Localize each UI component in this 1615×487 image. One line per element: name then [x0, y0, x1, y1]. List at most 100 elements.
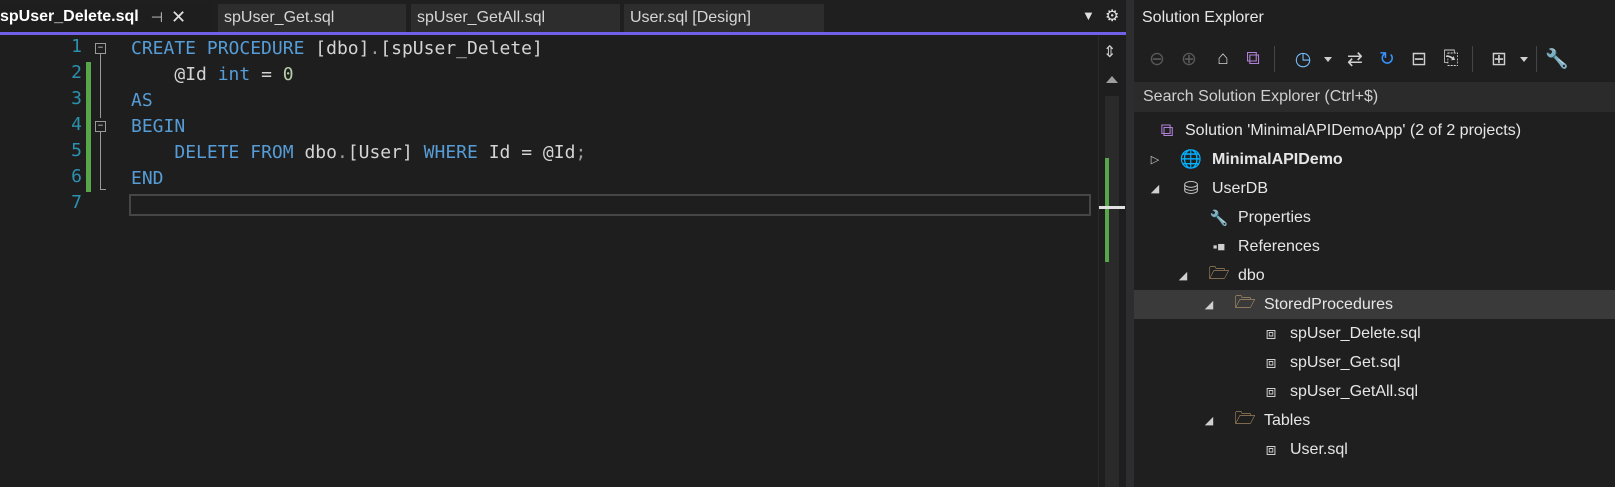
code-editor[interactable]: 1 2 3 4 5 6 7 − − CREATE PROCEDURE [dbo]… — [0, 36, 1098, 487]
keyword: DELETE — [174, 142, 240, 163]
keyword: AS — [131, 90, 153, 111]
line-number: 7 — [71, 192, 82, 213]
expand-arrow-icon[interactable]: ▷ — [1148, 153, 1162, 166]
tab-spuser-delete[interactable]: spUser_Delete.sql ⊣ ✕ — [0, 2, 212, 32]
forward-icon[interactable]: ⊕ — [1176, 46, 1202, 72]
line-number: 3 — [71, 88, 82, 109]
tree-item-minimalapidemo[interactable]: ▷ 🌐 MinimalAPIDemo — [1134, 145, 1615, 174]
sql-file-icon: ⧈ — [1265, 381, 1277, 401]
tree-item-label: References — [1238, 237, 1320, 255]
solution-explorer: Solution Explorer ⊖ ⊕ ⌂ ⧉ ◷ ⇄ ↻ ⊟ ⎘ ⊞ 🔧 … — [1134, 0, 1615, 487]
solution-icon: ⧉ — [1160, 120, 1174, 140]
tree-item-spuser-delete[interactable]: ⧈ spUser_Delete.sql — [1134, 319, 1615, 348]
operator: = — [521, 142, 533, 163]
tree-item-storedprocedures[interactable]: ◢ 🗁 StoredProcedures — [1134, 290, 1615, 319]
chevron-down-icon[interactable]: ▼ — [1082, 8, 1095, 23]
tree-item-spuser-getall[interactable]: ⧈ spUser_GetAll.sql — [1134, 377, 1615, 406]
search-input[interactable] — [1134, 82, 1615, 112]
tree-item-userdb[interactable]: ◢ ⛁ UserDB — [1134, 174, 1615, 203]
gear-icon[interactable]: ⚙ — [1105, 6, 1119, 26]
show-all-files-icon[interactable]: ⎘ — [1438, 46, 1464, 72]
collapse-icon[interactable]: − — [95, 121, 106, 132]
toolbar-separator — [1536, 46, 1537, 72]
tree-item-references[interactable]: ▪■ References — [1134, 232, 1615, 261]
keyword: END — [131, 168, 164, 189]
tree-item-label: spUser_Delete.sql — [1290, 324, 1421, 342]
keyword: FROM — [250, 142, 294, 163]
wrench-icon[interactable]: 🔧 — [1544, 46, 1570, 72]
tab-user-design[interactable]: User.sql [Design] — [624, 4, 824, 32]
tree-item-label: StoredProcedures — [1264, 295, 1393, 313]
collapse-arrow-icon[interactable]: ◢ — [1148, 182, 1162, 195]
identifier: @Id — [542, 142, 576, 163]
pane-splitter[interactable] — [1126, 0, 1134, 487]
fold-guide — [100, 132, 101, 190]
identifier: [spUser_Delete] — [380, 38, 543, 59]
tab-spuser-getall[interactable]: spUser_GetAll.sql — [411, 4, 620, 32]
identifier: @Id — [174, 64, 207, 85]
collapse-arrow-icon[interactable]: ◢ — [1202, 414, 1216, 427]
sync-icon[interactable]: ⇄ — [1342, 46, 1368, 72]
change-marker — [1105, 158, 1109, 262]
editor-pane: spUser_Delete.sql ⊣ ✕ spUser_Get.sql spU… — [0, 0, 1126, 487]
properties-tree-icon[interactable]: ⊞ — [1486, 46, 1512, 72]
tree-item-spuser-get[interactable]: ⧈ spUser_Get.sql — [1134, 348, 1615, 377]
keyword: CREATE — [131, 38, 197, 59]
tree-item-label: Solution 'MinimalAPIDemoApp' (2 of 2 pro… — [1185, 121, 1522, 139]
keyword: WHERE — [423, 142, 478, 163]
web-project-icon: 🌐 — [1179, 149, 1203, 169]
punctuation: . — [336, 142, 348, 163]
back-icon[interactable]: ⊖ — [1144, 46, 1170, 72]
close-icon[interactable]: ✕ — [171, 7, 186, 28]
collapse-arrow-icon[interactable]: ◢ — [1202, 298, 1216, 311]
switch-views-icon[interactable]: ⧉ — [1240, 46, 1266, 72]
tree-item-user-sql[interactable]: ⧈ User.sql — [1134, 435, 1615, 464]
line-number: 6 — [71, 166, 82, 187]
tree-item-label: spUser_Get.sql — [1290, 353, 1401, 371]
code-line-5: DELETE FROM dbo.[User] WHERE Id = @Id; — [131, 140, 586, 166]
tree-item-properties[interactable]: 🔧 Properties — [1134, 203, 1615, 232]
pending-changes-filter-icon[interactable]: ◷ — [1290, 46, 1316, 72]
tree-item-label: spUser_GetAll.sql — [1290, 382, 1419, 400]
scroll-up-icon[interactable] — [1106, 76, 1118, 83]
tab-spuser-get[interactable]: spUser_Get.sql — [218, 4, 406, 32]
folder-open-icon: 🗁 — [1234, 293, 1256, 312]
chevron-down-icon[interactable] — [1520, 57, 1528, 62]
tab-label: spUser_Delete.sql — [0, 8, 139, 25]
line-number: 4 — [71, 114, 82, 135]
operator: = — [261, 64, 272, 85]
code-line-6: END — [131, 166, 164, 192]
fold-guide-end — [100, 189, 106, 190]
database-project-icon: ⛁ — [1183, 178, 1199, 198]
collapse-arrow-icon[interactable]: ◢ — [1176, 269, 1190, 282]
tree-item-solution[interactable]: ⧉ Solution 'MinimalAPIDemoApp' (2 of 2 p… — [1134, 116, 1615, 145]
collapse-icon[interactable]: − — [95, 43, 106, 54]
pin-icon[interactable]: ⊣ — [151, 9, 163, 26]
identifier: [dbo] — [315, 38, 370, 59]
collapse-all-icon[interactable]: ⊟ — [1406, 46, 1432, 72]
home-icon[interactable]: ⌂ — [1210, 46, 1236, 72]
sql-file-icon: ⧈ — [1265, 439, 1277, 459]
tree-item-dbo[interactable]: ◢ 🗁 dbo — [1134, 261, 1615, 290]
chevron-down-icon[interactable] — [1324, 57, 1332, 62]
line-number: 5 — [71, 140, 82, 161]
scroll-track[interactable] — [1105, 96, 1119, 487]
tab-label: User.sql [Design] — [630, 9, 751, 26]
keyword: int — [217, 64, 251, 85]
vertical-scrollbar[interactable]: ⇕ — [1098, 36, 1125, 487]
tree-item-label: MinimalAPIDemo — [1212, 150, 1343, 168]
identifier: Id — [488, 142, 511, 163]
tree-item-tables[interactable]: ◢ 🗁 Tables — [1134, 406, 1615, 435]
refresh-icon[interactable]: ↻ — [1374, 46, 1400, 72]
identifier: dbo — [304, 142, 337, 163]
search-box[interactable] — [1134, 82, 1615, 112]
caret-position-marker — [1099, 206, 1125, 209]
toolbar-separator — [1472, 46, 1473, 72]
split-editor-icon[interactable]: ⇕ — [1103, 42, 1116, 62]
sql-file-icon: ⧈ — [1265, 352, 1277, 372]
punctuation: ; — [575, 142, 587, 163]
tree-item-label: Properties — [1238, 208, 1311, 226]
number-literal: 0 — [282, 64, 294, 85]
tree-item-label: UserDB — [1212, 179, 1269, 197]
keyword: BEGIN — [131, 116, 186, 137]
